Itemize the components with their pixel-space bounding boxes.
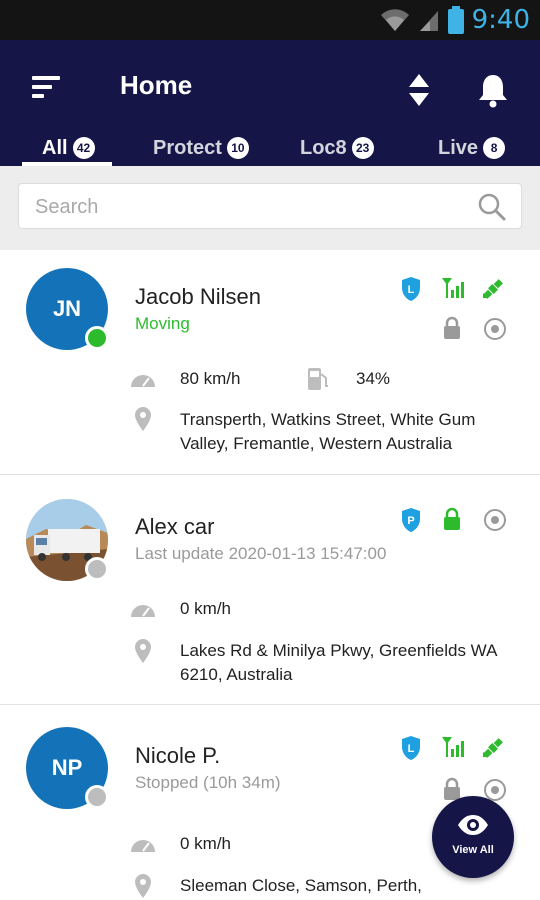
address-text: Lakes Rd & Minilya Pkwy, Greenfields WA … (180, 641, 497, 684)
count-badge: 8 (483, 137, 506, 159)
device-status: Moving (135, 314, 190, 333)
shield-letter: L (408, 284, 415, 296)
page-title: Home (120, 70, 193, 100)
bell-icon (479, 75, 507, 108)
clock: 9:40 (471, 5, 530, 35)
view-all-button[interactable]: View All (432, 796, 514, 878)
device-status: Last update 2020-01-13 15:47:00 (135, 544, 387, 563)
sort-button[interactable] (404, 70, 434, 110)
speed-icon (131, 375, 155, 387)
speed-value: 0 km/h (180, 834, 232, 853)
speed-icon (131, 605, 155, 617)
speed-icon (131, 840, 155, 852)
tab-protect[interactable]: Protect 10 (153, 130, 249, 166)
fuel-value: 34% (356, 369, 391, 388)
sort-icon (409, 74, 429, 106)
device-name: Alex car (135, 514, 215, 539)
satellite-icon (483, 279, 503, 299)
tab-all[interactable]: All 42 (42, 130, 95, 166)
count-badge: 42 (72, 137, 95, 159)
device-name: Nicole P. (135, 743, 221, 768)
shield-icon: P (402, 508, 420, 532)
avatar-initials: JN (52, 296, 82, 321)
location-pin-icon (135, 639, 151, 663)
status-indicator (85, 326, 109, 350)
address-text: Transperth, Watkins Street, White Gum Va… (180, 410, 476, 453)
shield-letter: L (408, 743, 415, 755)
shield-icon: L (402, 736, 420, 760)
menu-button[interactable] (30, 72, 66, 102)
status-indicator (85, 785, 109, 809)
tab-loc8[interactable]: Loc8 23 (300, 130, 374, 166)
address-text: Sleeman Close, Samson, Perth, (180, 876, 422, 895)
filter-tabs: All 42 Protect 10 Loc8 23 Live 8 (0, 130, 540, 166)
device-card[interactable]: JN Jacob Nilsen Moving L 80 km/h 34% Tra… (0, 250, 540, 475)
search-input[interactable] (35, 192, 465, 222)
count-badge: 10 (226, 137, 249, 159)
device-name: Jacob Nilsen (135, 284, 261, 309)
tab-live[interactable]: Live 8 (438, 130, 506, 166)
satellite-icon (483, 738, 503, 758)
signal-icon (442, 737, 464, 757)
target-icon[interactable] (483, 317, 507, 341)
wifi-icon (380, 9, 409, 31)
device-card[interactable]: Alex car Last update 2020-01-13 15:47:00… (0, 475, 540, 705)
location-pin-icon (135, 407, 151, 431)
shield-letter: P (407, 515, 414, 527)
target-icon[interactable] (483, 508, 507, 532)
fuel-icon (308, 368, 328, 390)
lock-icon[interactable] (442, 507, 462, 531)
tab-label: Protect (153, 136, 222, 159)
speed-value: 0 km/h (180, 599, 232, 618)
view-all-label: View All (452, 844, 494, 856)
lock-icon[interactable] (442, 316, 462, 340)
status-indicator (85, 557, 109, 581)
app-header: Home All 42 Protect 10 Loc8 23 Live 8 (0, 40, 540, 166)
speed-value: 80 km/h (180, 369, 241, 388)
search-box (18, 183, 522, 229)
location-pin-icon (135, 874, 151, 898)
battery-icon (447, 6, 464, 34)
tab-label: All (42, 136, 68, 159)
menu-icon (32, 76, 60, 98)
tab-label: Live (438, 136, 479, 159)
eye-icon (458, 815, 488, 835)
shield-icon: L (402, 277, 420, 301)
tab-label: Loc8 (300, 136, 347, 159)
status-bar: 9:40 (0, 0, 540, 40)
signal-icon (442, 278, 464, 298)
avatar-initials: NP (51, 755, 83, 780)
search-bar-area (0, 166, 540, 250)
notifications-button[interactable] (476, 72, 510, 108)
search-icon[interactable] (477, 192, 507, 222)
count-badge: 23 (351, 137, 374, 159)
cell-signal-icon (419, 11, 438, 31)
device-status: Stopped (10h 34m) (135, 773, 281, 792)
